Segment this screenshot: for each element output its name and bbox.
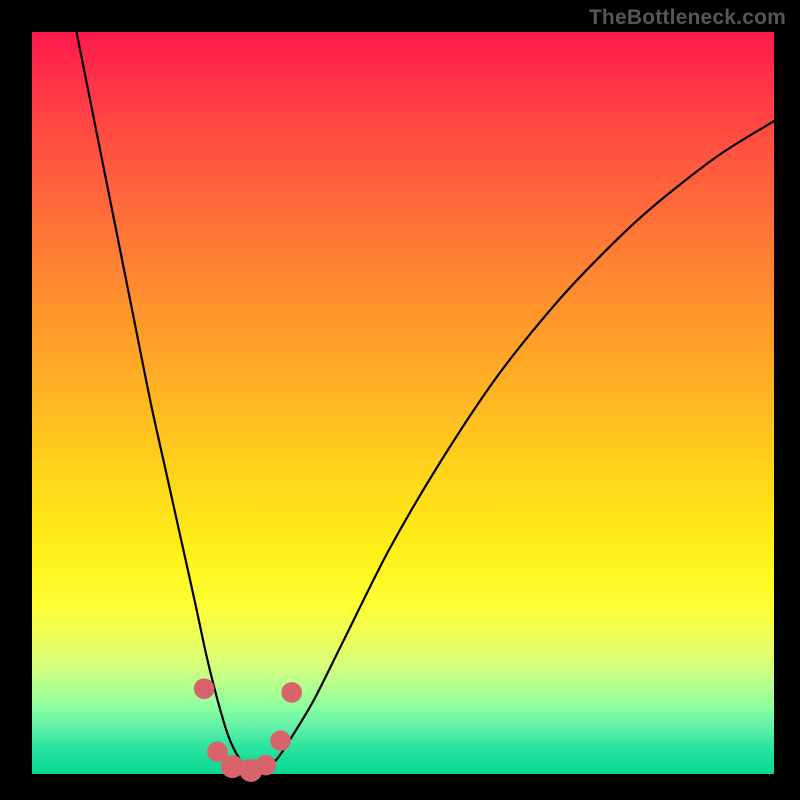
curve-marker	[255, 755, 276, 776]
curve-marker	[270, 730, 291, 751]
curve-marker	[281, 682, 302, 703]
curve-markers	[194, 678, 302, 782]
watermark-text: TheBottleneck.com	[589, 6, 786, 30]
chart-frame: TheBottleneck.com	[0, 0, 800, 800]
curve-layer	[32, 32, 774, 774]
plot-area	[32, 32, 774, 774]
curve-marker	[194, 678, 215, 699]
bottleneck-curve	[77, 32, 774, 771]
